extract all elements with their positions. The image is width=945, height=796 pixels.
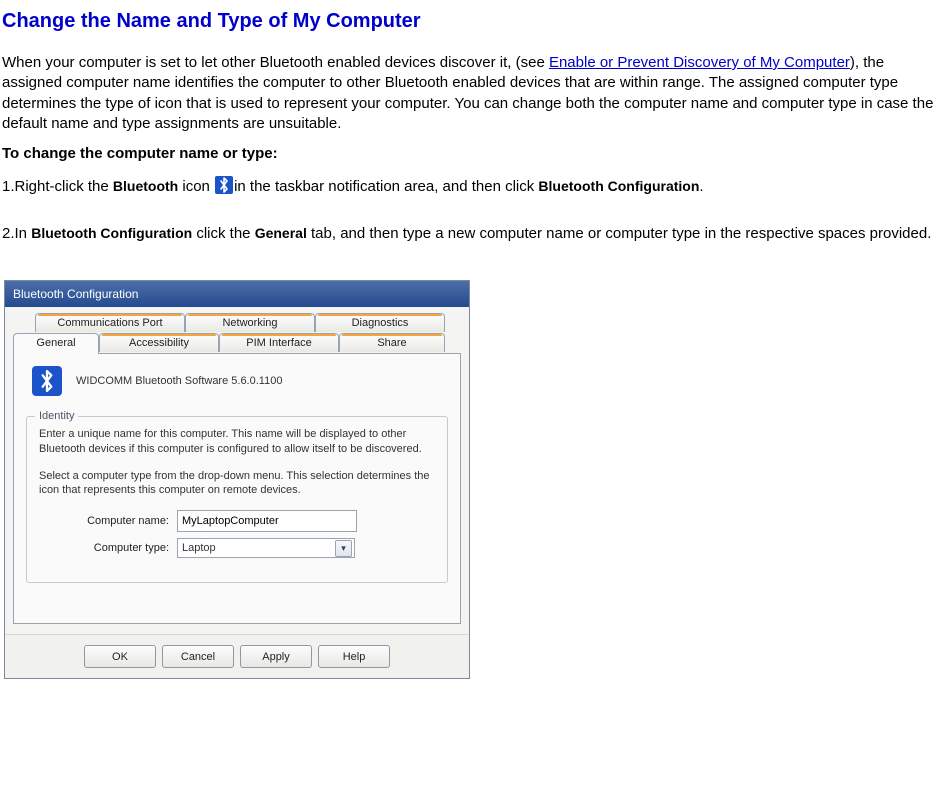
apply-button[interactable]: Apply	[240, 645, 312, 668]
general-tab-label: General	[255, 225, 307, 241]
tab-share[interactable]: Share	[339, 333, 445, 352]
steps-list: 1. Right-click the Bluetooth icon in the…	[2, 176, 931, 250]
bluetooth-configuration-label: Bluetooth Configuration	[31, 225, 192, 241]
text: click the	[192, 225, 255, 242]
tab-general[interactable]: General	[13, 333, 99, 354]
cancel-button[interactable]: Cancel	[162, 645, 234, 668]
text: .	[699, 178, 703, 195]
help-button[interactable]: Help	[318, 645, 390, 668]
text: in the taskbar notification area, and th…	[234, 178, 538, 195]
general-tab-panel: WIDCOMM Bluetooth Software 5.6.0.1100 Id…	[13, 353, 461, 624]
dialog-button-bar: OK Cancel Apply Help	[5, 634, 469, 678]
identity-help-text-2: Select a computer type from the drop-dow…	[39, 469, 435, 499]
step-number: 2.	[2, 224, 15, 250]
tab-row-front: General Accessibility PIM Interface Shar…	[13, 333, 461, 354]
identity-legend: Identity	[35, 409, 78, 424]
computer-name-input[interactable]	[177, 510, 357, 532]
tab-pim-interface[interactable]: PIM Interface	[219, 333, 339, 352]
intro-paragraph: When your computer is set to let other B…	[2, 53, 945, 134]
computer-type-label: Computer type:	[39, 541, 177, 556]
page-title: Change the Name and Type of My Computer	[2, 8, 945, 35]
tab-communications-port[interactable]: Communications Port	[35, 313, 185, 332]
step-2-text: In Bluetooth Configuration click the Gen…	[15, 224, 932, 250]
text: In	[15, 225, 32, 242]
tab-row-back: Communications Port Networking Diagnosti…	[35, 313, 461, 334]
ok-button[interactable]: OK	[84, 645, 156, 668]
computer-type-value: Laptop	[182, 541, 216, 556]
computer-name-label: Computer name:	[39, 514, 177, 529]
bluetooth-configuration-dialog: Bluetooth Configuration Communications P…	[4, 280, 470, 680]
dialog-titlebar: Bluetooth Configuration	[5, 281, 469, 307]
identity-group: Identity Enter a unique name for this co…	[26, 416, 448, 583]
computer-type-select[interactable]: Laptop ▾	[177, 538, 355, 558]
link-enable-prevent-discovery[interactable]: Enable or Prevent Discovery of My Comput…	[549, 54, 850, 71]
tab-diagnostics[interactable]: Diagnostics	[315, 313, 445, 332]
steps-heading: To change the computer name or type:	[2, 144, 945, 164]
text: icon	[178, 178, 214, 195]
tab-networking[interactable]: Networking	[185, 313, 315, 332]
tab-accessibility[interactable]: Accessibility	[99, 333, 219, 352]
identity-help-text-1: Enter a unique name for this computer. T…	[39, 427, 435, 457]
bluetooth-label: Bluetooth	[113, 178, 178, 194]
software-version-label: WIDCOMM Bluetooth Software 5.6.0.1100	[76, 374, 282, 389]
bluetooth-configuration-label: Bluetooth Configuration	[538, 178, 699, 194]
chevron-down-icon[interactable]: ▾	[335, 540, 352, 557]
text: Right-click the	[15, 178, 113, 195]
bluetooth-icon	[215, 176, 233, 194]
intro-text-before: When your computer is set to let other B…	[2, 54, 549, 71]
text: tab, and then type a new computer name o…	[307, 225, 932, 242]
step-number: 1.	[2, 176, 15, 203]
bluetooth-icon	[32, 366, 62, 396]
step-1-text: Right-click the Bluetooth icon in the ta…	[15, 176, 932, 203]
